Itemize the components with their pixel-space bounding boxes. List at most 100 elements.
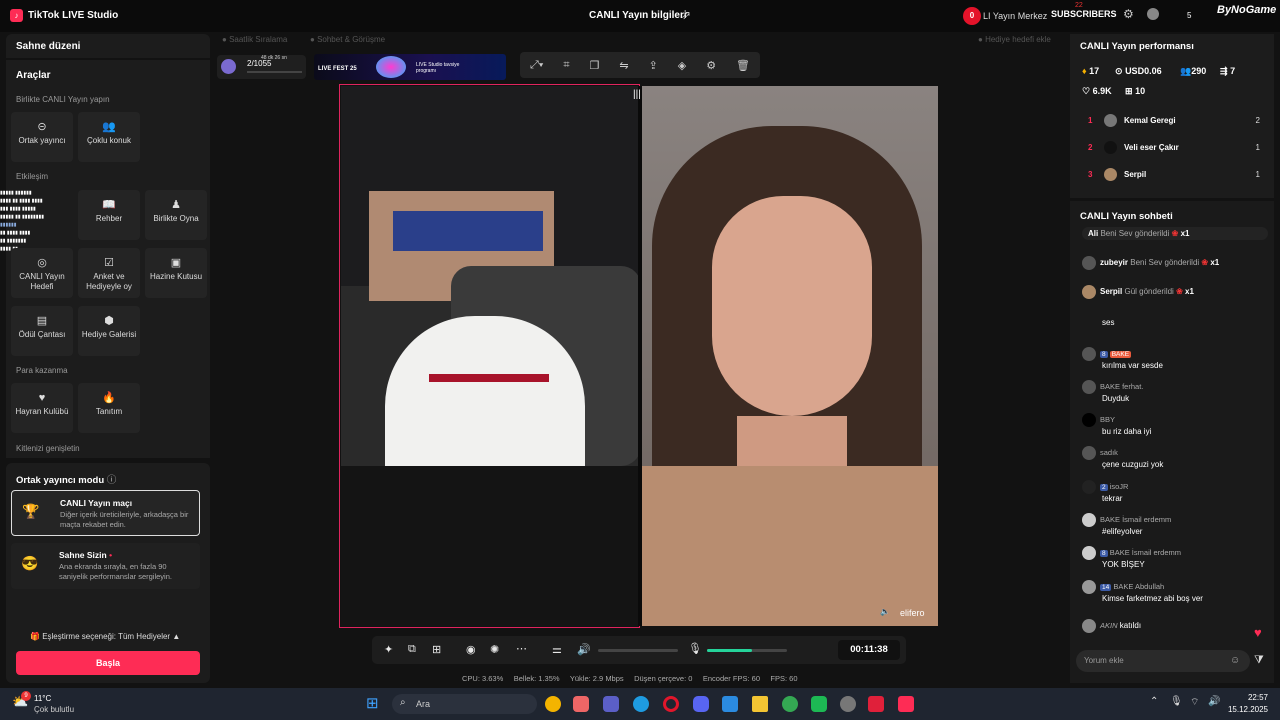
multi-guest-button[interactable]: 👥 Çoklu konuk — [78, 112, 140, 162]
grow-section-label: Kitlenizi genişletin — [16, 444, 80, 453]
chat-title: CANLI Yayın sohbeti — [1080, 211, 1173, 222]
tiktok-logo-icon: ♪ — [10, 9, 23, 22]
app-icon[interactable] — [840, 696, 856, 712]
bag-icon: ▤ — [36, 315, 48, 327]
goal-avatar — [221, 59, 236, 74]
flip-icon[interactable]: ⇋ — [619, 59, 628, 72]
teams-icon[interactable] — [603, 696, 619, 712]
more-icon[interactable]: ⋯ — [516, 642, 527, 655]
screen-icon[interactable]: ⧉ — [408, 643, 416, 656]
gift-gallery-button[interactable]: ⬢ Hediye Galerisi — [78, 306, 140, 356]
gift-gallery-label: Hediye Galerisi — [81, 330, 137, 339]
rank-value: 1 — [1255, 170, 1260, 179]
tiktok-icon[interactable] — [898, 696, 914, 712]
performance-title: CANLI Yayın performansı — [1080, 41, 1194, 52]
avatar — [1082, 480, 1096, 494]
clock-date[interactable]: 15.12.2025 — [1222, 705, 1268, 714]
play-together-button[interactable]: ♟ Birlikte Oyna — [145, 190, 207, 240]
opera-icon[interactable] — [663, 696, 679, 712]
edge-icon[interactable] — [633, 696, 649, 712]
poll-icon: ☑ — [104, 257, 114, 269]
mail-icon[interactable] — [722, 696, 738, 712]
play-together-label: Birlikte Oyna — [153, 214, 199, 223]
chrome-icon[interactable] — [782, 696, 798, 712]
tools-panel: Araçlar Birlikte CANLI Yayın yapın ⊝ Orta… — [0, 58, 210, 458]
split-handle-icon[interactable]: ||| — [633, 89, 641, 100]
mic-slider[interactable] — [707, 649, 787, 652]
folder-icon[interactable] — [752, 696, 768, 712]
dropped-frames-stat: Düşen çerçeve: 0 — [634, 674, 693, 683]
volume-icon[interactable]: 🔊 — [1208, 696, 1220, 707]
co-host-button[interactable]: ⊝ Ortak yayıncı — [11, 112, 73, 162]
layout-icon[interactable]: ⊞ — [432, 643, 441, 656]
microphone-icon[interactable]: 🎙 — [688, 642, 702, 655]
youtube-icon[interactable] — [868, 696, 884, 712]
diamonds-stat: ♦ 17 — [1082, 66, 1100, 76]
emoji-icon[interactable]: ☺ — [1230, 655, 1240, 666]
copy-icon[interactable]: ❐ — [590, 59, 600, 72]
chat-message: BAKE ferhat. Duyduk — [1082, 380, 1268, 403]
fan-club-label: Hayran Kulübü — [15, 407, 69, 416]
clock-time[interactable]: 22:57 — [1226, 693, 1268, 702]
stage-card[interactable]: 😎 Sahne Sizin • Ana ekranda sırayla, en … — [11, 543, 200, 589]
magic-icon[interactable]: ✦ — [384, 643, 393, 656]
scene-layout-title[interactable]: Sahne düzeni — [16, 41, 80, 52]
guest-video[interactable]: 🔈 elifero — [642, 86, 938, 626]
live-match-card[interactable]: 🏆 CANLI Yayın maçı Diğer içerik üreticil… — [11, 490, 200, 536]
fan-club-button[interactable]: ♥ Hayran Kulübü — [11, 383, 73, 433]
start-button[interactable]: Başla — [16, 651, 200, 675]
poll-button[interactable]: ☑ Anket ve Hediyeyle oy — [78, 248, 140, 298]
rose-icon: ❀ — [1176, 287, 1183, 297]
app-icon[interactable] — [573, 696, 589, 712]
treasure-box-button[interactable]: ▣ Hazine Kutusu — [145, 248, 207, 298]
discord-icon[interactable] — [693, 696, 709, 712]
gift-icon: 🎁 — [30, 632, 43, 641]
volume-slider[interactable] — [598, 649, 678, 652]
microphone-icon[interactable]: 🎙 — [1170, 696, 1183, 707]
layers-icon[interactable]: ◈ — [678, 59, 686, 72]
trash-icon[interactable]: 🗑 — [736, 59, 750, 72]
adjust-icon[interactable]: ⚌ — [552, 643, 562, 656]
live-goal-button[interactable]: ◎ CANLI Yayın Hedefi — [11, 248, 73, 298]
overlay-text: LI Yayın Merkez — [983, 11, 1048, 21]
windows-start-icon[interactable]: ⊞ — [366, 694, 379, 712]
goal-progress-bar — [247, 71, 302, 73]
live-info-button[interactable]: CANLI Yayın bilgileri — [589, 10, 687, 21]
expand-icon[interactable]: ⤢▾ — [530, 59, 543, 72]
crop-icon[interactable]: ⌗ — [563, 59, 569, 72]
promo-banner[interactable]: LIVE FEST 25 LIVE Studio tavsiye program… — [314, 54, 506, 80]
jacket — [642, 466, 938, 626]
goal-progress[interactable]: 2/1055 48 dk 26 sn — [217, 55, 306, 79]
book-icon: 📖 — [102, 199, 116, 211]
filter-icon[interactable]: ⧩ — [1254, 654, 1264, 667]
tab-hourly-ranking[interactable]: ● Saatlik Sıralama — [222, 35, 287, 44]
pairing-option-dropdown[interactable]: 🎁 Eşleştirme seçeneği: Tüm Hediyeler ▲ — [30, 632, 180, 641]
volume-icon[interactable]: 🔊 — [577, 643, 591, 656]
rose-icon: ❀ — [1171, 229, 1179, 238]
upload-icon[interactable]: ⇪ — [649, 59, 658, 72]
app-icon[interactable] — [811, 696, 827, 712]
monetize-section-label: Para kazanma — [16, 366, 68, 375]
promote-button[interactable]: 🔥 Tanıtım — [78, 383, 140, 433]
share-icon[interactable]: ⇗ — [681, 8, 691, 22]
settings-icon[interactable]: ⚙ — [706, 59, 716, 72]
info-icon[interactable]: ⓘ — [107, 475, 117, 486]
search-box[interactable]: ⌕ Ara — [392, 694, 537, 714]
reward-bag-button[interactable]: ▤ Ödül Çantası — [11, 306, 73, 356]
chrome-icon[interactable] — [545, 696, 561, 712]
stage-desc: Ana ekranda sırayla, en fazla 90 saniyel… — [59, 562, 172, 581]
record-icon[interactable]: ◉ — [466, 643, 476, 656]
comment-input[interactable]: Yorum ekle — [1076, 650, 1250, 672]
live-goal-label: CANLI Yayın Hedefi — [19, 272, 65, 291]
tab-chat[interactable]: ● Sohbet & Görüşme — [310, 35, 385, 44]
taskbar: ⛅ 9 11°C Çok bulutlu ⊞ ⌕ Ara ⌃ 🎙 ⌔ 🔊 22:… — [0, 688, 1280, 720]
rank-value: 1 — [1255, 143, 1260, 152]
chat-text: Kimse farketmez abi boş ver — [1102, 594, 1203, 603]
guide-button[interactable]: 📖 Rehber — [78, 190, 140, 240]
chevron-up-icon[interactable]: ⌃ — [1150, 696, 1158, 707]
host-video[interactable] — [341, 86, 638, 626]
speaker-icon[interactable]: 🔈 — [880, 607, 890, 616]
wifi-icon[interactable]: ⌔ — [1190, 696, 1199, 709]
effects-icon[interactable]: ✺ — [490, 643, 499, 656]
add-gift-goal[interactable]: ● Hediye hedefi ekle — [978, 35, 1051, 44]
